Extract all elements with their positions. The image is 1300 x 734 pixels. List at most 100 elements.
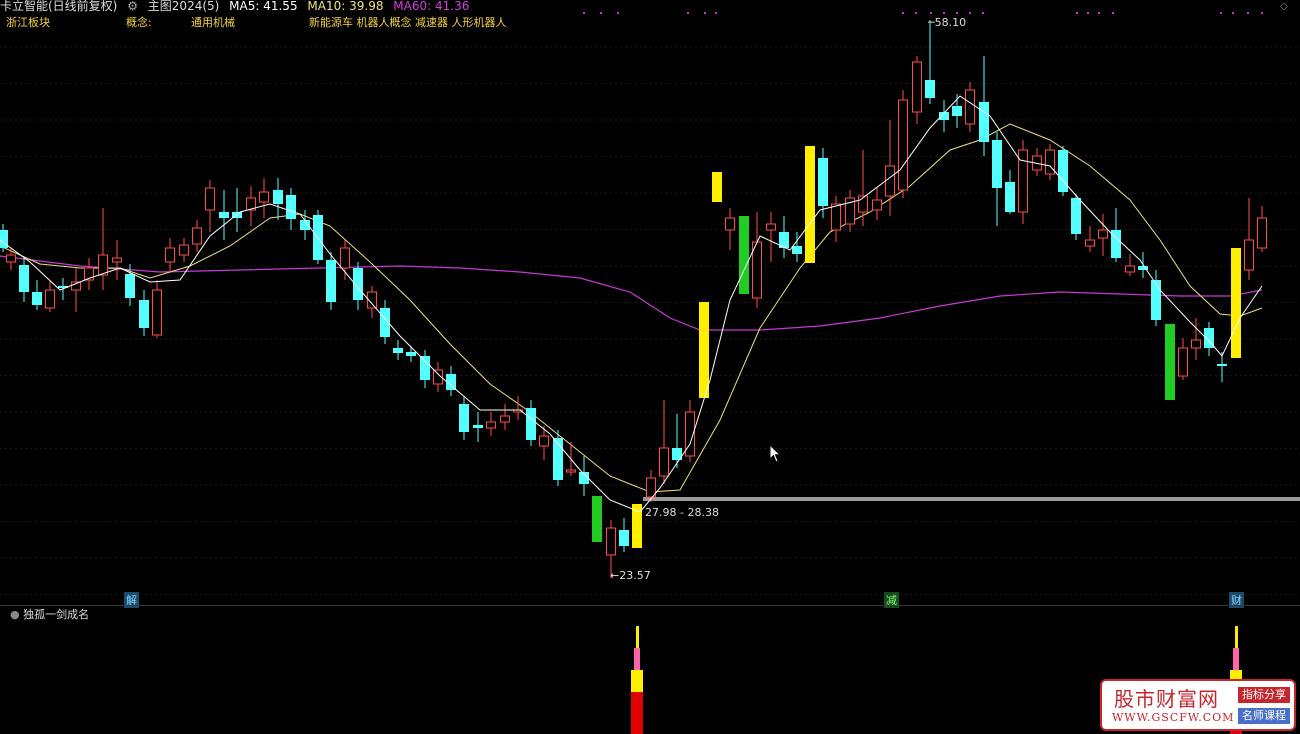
signal-candle (739, 216, 749, 294)
range-label: 27.98 - 28.38 (645, 506, 719, 519)
candle (979, 56, 989, 156)
industry-label: 通用机械 (191, 16, 235, 29)
candle (446, 366, 456, 396)
ma10-line (0, 123, 1263, 493)
candle (831, 196, 841, 242)
candle (473, 412, 483, 442)
candle (459, 396, 469, 440)
candle (939, 100, 949, 132)
concepts-label: 新能源车 机器人概念 减速器 人形机器人 (309, 16, 507, 29)
candle (685, 400, 695, 462)
candle (313, 210, 323, 264)
candle (326, 252, 336, 310)
candle (246, 186, 256, 226)
high-label: ─58.10 (927, 16, 966, 29)
signal-candle (1165, 324, 1175, 400)
candle (367, 286, 377, 318)
candle (98, 208, 108, 290)
indicator-name[interactable]: 主图2024(5) (148, 0, 220, 13)
candle (1071, 194, 1081, 240)
watermark-logo: 股市财富网 WWW.GSCFW.COM 指标分享 名师课程 (1100, 679, 1296, 731)
chart-header: 卡立智能(日线前复权) ⚙ 主图2024(5) MA5: 41.55 MA10:… (0, 0, 475, 13)
ma10-value: MA10: 39.98 (307, 0, 384, 13)
candle (898, 90, 908, 198)
candle (1178, 338, 1188, 380)
candle (1098, 214, 1108, 256)
candle (152, 280, 162, 338)
low-label: ←23.57 (610, 569, 651, 582)
candle (380, 300, 390, 344)
candle (19, 258, 29, 302)
candle (965, 82, 975, 132)
logo-tag-course: 名师课程 (1238, 708, 1290, 724)
candle (619, 518, 629, 552)
candle (71, 268, 81, 312)
candle (752, 212, 762, 308)
candle (766, 212, 776, 262)
candle (779, 216, 789, 258)
candle (32, 280, 42, 310)
signal-bar (631, 626, 643, 734)
candle (340, 240, 350, 280)
candle (84, 258, 94, 290)
candle (192, 220, 202, 252)
candle (912, 56, 922, 124)
candle (273, 178, 283, 220)
candle (179, 238, 189, 262)
candle (205, 180, 215, 232)
logo-tag-share: 指标分享 (1238, 687, 1290, 703)
candle (219, 190, 229, 240)
candle (818, 148, 828, 218)
range-band (643, 497, 1300, 501)
candle (45, 280, 55, 312)
candle (1018, 140, 1028, 224)
candle (1032, 148, 1042, 176)
diamond-icon: ◇ (1280, 1, 1288, 12)
candle (232, 188, 242, 232)
mouse-cursor-icon (770, 445, 782, 463)
candle (139, 290, 149, 336)
candle (1204, 322, 1214, 356)
candle (646, 470, 656, 502)
candle (579, 456, 589, 496)
candle (112, 240, 122, 280)
candlestick-chart[interactable]: 27.98 - 28.38 ─58.10 ←23.57 ◇ (0, 0, 1300, 600)
stock-title: 卡立智能(日线前复权) (0, 0, 118, 13)
candle (1244, 198, 1254, 280)
candle (1005, 170, 1015, 214)
candle (1045, 144, 1055, 180)
candle (259, 178, 269, 218)
signal-candle (699, 302, 709, 398)
candle (1125, 254, 1135, 276)
candle (406, 346, 416, 362)
candle (659, 400, 669, 484)
candle (526, 400, 536, 446)
signal-candle (712, 172, 722, 202)
sector-label: 浙江板块 (6, 16, 50, 29)
candle (1058, 146, 1068, 196)
candle (6, 248, 16, 270)
candle (992, 132, 1002, 226)
signal-candle (1231, 248, 1241, 358)
candle (1257, 206, 1267, 252)
logo-url: WWW.GSCFW.COM (1112, 711, 1235, 724)
candle (553, 430, 563, 486)
logo-name: 股市财富网 (1114, 687, 1219, 711)
candle (165, 238, 175, 272)
ma5-value: MA5: 41.55 (229, 0, 298, 13)
gear-icon[interactable]: ⚙ (127, 0, 138, 13)
signal-candle (805, 146, 815, 263)
ma60-value: MA60: 41.36 (393, 0, 470, 13)
candle (393, 340, 403, 360)
signal-candle (592, 496, 602, 542)
candle (513, 396, 523, 420)
ma5-line (0, 95, 1263, 513)
candle (925, 20, 935, 104)
concept-label: 概念: (126, 16, 152, 29)
candle (672, 414, 682, 468)
candle (858, 150, 868, 226)
candle (486, 412, 496, 436)
candle (500, 404, 510, 430)
candle (420, 350, 430, 388)
candle (725, 208, 735, 250)
